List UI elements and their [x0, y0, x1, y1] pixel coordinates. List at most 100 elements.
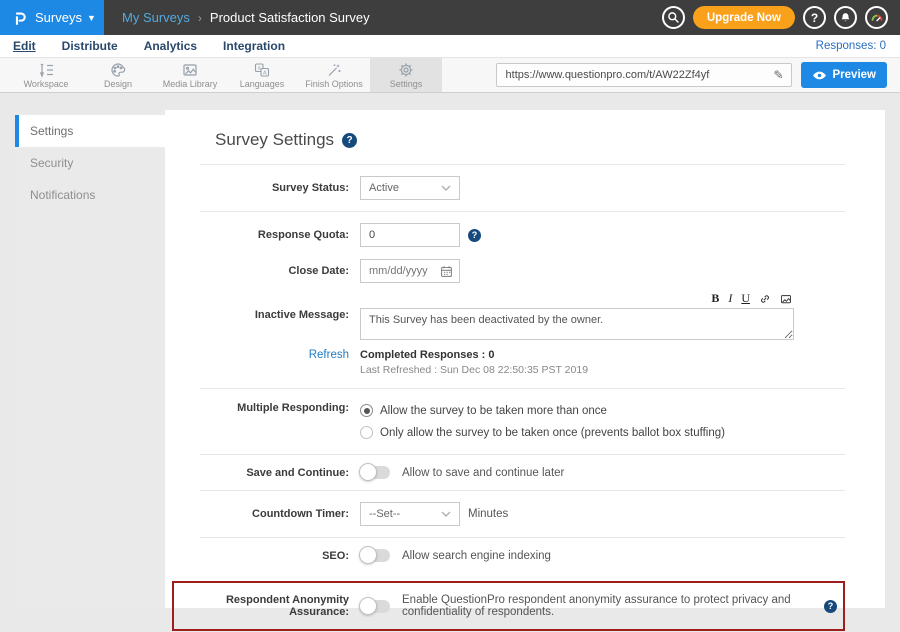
workspace-icon	[38, 62, 54, 78]
svg-text:A: A	[263, 70, 267, 76]
anonymity-text: Enable QuestionPro respondent anonymity …	[402, 594, 816, 618]
bold-button[interactable]: B	[711, 291, 719, 306]
toolbar-media-library[interactable]: Media Library	[154, 58, 226, 92]
breadcrumb: My Surveys › Product Satisfaction Survey	[104, 0, 662, 35]
tab-analytics[interactable]: Analytics	[144, 39, 197, 54]
preview-button[interactable]: Preview	[801, 62, 887, 88]
product-switcher[interactable]: Surveys ▼	[0, 0, 104, 35]
seo-text: Allow search engine indexing	[402, 550, 551, 562]
response-quota-row: Response Quota: ?	[200, 212, 845, 253]
breadcrumb-current-survey: Product Satisfaction Survey	[210, 10, 370, 25]
response-quota-help-icon[interactable]: ?	[468, 229, 481, 242]
completed-responses-text: Completed Responses : 0	[360, 349, 588, 361]
save-and-continue-toggle[interactable]	[360, 466, 390, 479]
questionpro-logo-icon	[12, 9, 28, 27]
anonymity-row: Respondent Anonymity Assurance: Enable Q…	[174, 589, 837, 623]
gauge-icon	[870, 11, 884, 25]
countdown-timer-select[interactable]: --Set--	[360, 502, 460, 526]
sidebar-item-security[interactable]: Security	[15, 147, 165, 179]
account-usage-button[interactable]	[865, 6, 888, 29]
close-date-row: Close Date:	[200, 253, 845, 289]
tab-integration[interactable]: Integration	[223, 39, 285, 54]
sidebar-item-settings[interactable]: Settings	[15, 115, 165, 147]
toolbar-design-label: Design	[104, 79, 132, 89]
preview-label: Preview	[833, 69, 876, 81]
image-icon	[182, 62, 198, 78]
search-button[interactable]	[662, 6, 685, 29]
toolbar-languages-label: Languages	[240, 79, 285, 89]
anonymity-label: Respondent Anonymity Assurance:	[174, 594, 360, 618]
close-date-field[interactable]	[360, 259, 460, 283]
toolbar-finish-options[interactable]: Finish Options	[298, 58, 370, 92]
radio-selected-icon	[360, 404, 373, 417]
inactive-message-textarea[interactable]: This Survey has been deactivated by the …	[360, 308, 794, 340]
countdown-timer-value: --Set--	[369, 508, 400, 520]
insert-image-icon[interactable]	[780, 293, 792, 305]
page-title: Survey Settings	[215, 130, 334, 150]
save-and-continue-label: Save and Continue:	[200, 467, 360, 479]
toolbar-media-library-label: Media Library	[163, 79, 218, 89]
underline-button[interactable]: U	[741, 291, 750, 306]
chevron-down-icon: ▼	[87, 13, 96, 23]
anonymity-toggle[interactable]	[360, 600, 390, 613]
tab-edit[interactable]: Edit	[13, 39, 36, 54]
calendar-icon	[440, 265, 453, 278]
formatting-toolbar: B I U	[360, 291, 794, 308]
radio-option-label: Only allow the survey to be taken once (…	[380, 427, 725, 439]
notifications-button[interactable]	[834, 6, 857, 29]
survey-status-select[interactable]: Active	[360, 176, 460, 200]
toolbar-settings-label: Settings	[390, 79, 423, 89]
refresh-link[interactable]: Refresh	[200, 349, 360, 361]
anonymity-highlight-box: Respondent Anonymity Assurance: Enable Q…	[172, 581, 845, 631]
product-name: Surveys	[35, 10, 82, 25]
seo-row: SEO: Allow search engine indexing	[200, 538, 845, 573]
survey-status-row: Survey Status: Active	[200, 165, 845, 211]
survey-url-input[interactable]	[497, 69, 774, 81]
help-button[interactable]: ?	[803, 6, 826, 29]
refresh-row: Refresh Completed Responses : 0 Last Ref…	[200, 344, 845, 388]
question-mark-icon: ?	[811, 11, 818, 25]
survey-url-box: ✎	[496, 63, 792, 87]
toolbar-languages[interactable]: a A Languages	[226, 58, 298, 92]
nav-tabs: Edit Distribute Analytics Integration	[13, 39, 285, 54]
sidebar-item-notifications[interactable]: Notifications	[15, 179, 165, 211]
palette-icon	[110, 62, 126, 78]
multiple-responding-label: Multiple Responding:	[200, 402, 360, 414]
countdown-timer-row: Countdown Timer: --Set-- Minutes	[200, 491, 845, 537]
toolbar-finish-options-label: Finish Options	[305, 79, 363, 89]
survey-nav: Edit Distribute Analytics Integration Re…	[0, 35, 900, 57]
toolbar-workspace[interactable]: Workspace	[10, 58, 82, 92]
responses-count[interactable]: Responses: 0	[816, 40, 886, 52]
toolbar-workspace-label: Workspace	[24, 79, 69, 89]
inactive-message-label: Inactive Message:	[200, 291, 360, 321]
tab-distribute[interactable]: Distribute	[62, 39, 118, 54]
toolbar-design[interactable]: Design	[82, 58, 154, 92]
search-icon	[667, 11, 680, 24]
survey-settings-help-icon[interactable]: ?	[342, 133, 357, 148]
edit-toolbar: Workspace Design Media Library a A	[0, 57, 900, 93]
toolbar-settings[interactable]: Settings	[370, 58, 442, 92]
chevron-down-icon	[441, 185, 451, 191]
close-date-input[interactable]	[369, 265, 440, 277]
gear-icon	[398, 62, 414, 78]
countdown-timer-label: Countdown Timer:	[200, 508, 360, 520]
translate-icon: a A	[254, 62, 270, 78]
upgrade-now-button[interactable]: Upgrade Now	[693, 6, 795, 29]
header-actions: Upgrade Now ?	[662, 0, 900, 35]
survey-settings-panel: Survey Settings ? Survey Status: Active …	[165, 110, 885, 608]
breadcrumb-my-surveys[interactable]: My Surveys	[122, 10, 190, 25]
breadcrumb-separator: ›	[198, 11, 202, 25]
radio-unselected-icon	[360, 426, 373, 439]
edit-url-icon[interactable]: ✎	[773, 68, 790, 82]
content-area: Settings Security Notifications Survey S…	[0, 93, 900, 608]
inactive-message-row: Inactive Message: B I U This	[200, 289, 845, 344]
radio-option-once-only[interactable]: Only allow the survey to be taken once (…	[360, 426, 725, 439]
anonymity-help-icon[interactable]: ?	[824, 600, 837, 613]
seo-label: SEO:	[200, 550, 360, 562]
seo-toggle[interactable]	[360, 549, 390, 562]
survey-status-label: Survey Status:	[200, 182, 360, 194]
link-icon[interactable]	[759, 293, 771, 305]
response-quota-input[interactable]	[360, 223, 460, 247]
italic-button[interactable]: I	[728, 291, 732, 306]
radio-option-multiple-allowed[interactable]: Allow the survey to be taken more than o…	[360, 404, 725, 417]
